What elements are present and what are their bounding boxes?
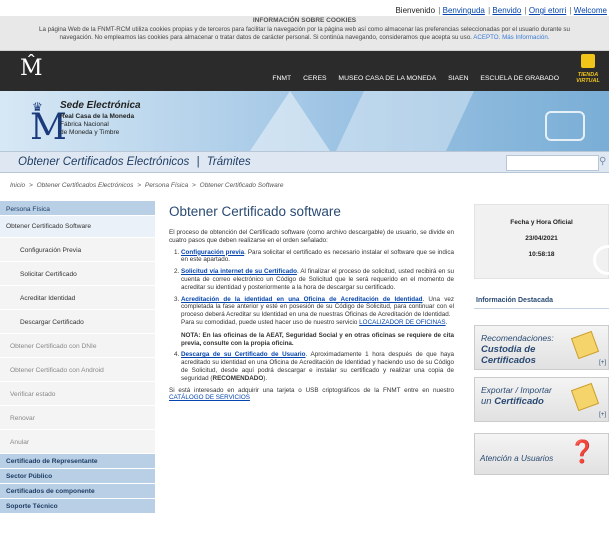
sidebar-item-acreditar[interactable]: Acreditar Identidad: [0, 286, 155, 310]
certificate-card-icon: [570, 382, 600, 412]
section-bar: Obtener Certificados Electrónicos | Trám…: [0, 151, 609, 173]
list-item: Configuración previa. Para solicitar el …: [181, 249, 454, 265]
step-note: NOTA: En las oficinas de la AEAT, Seguri…: [181, 331, 454, 347]
step-link-configuracion[interactable]: Configuración previa: [181, 249, 244, 256]
step-link-descarga[interactable]: Descarga de su Certificado de Usuario: [181, 351, 306, 358]
search-icon[interactable]: ⚲: [599, 156, 606, 167]
help-tools-icon: ❓: [568, 439, 596, 464]
brand-title: Sede Electrónica: [60, 100, 141, 111]
list-item: Solicitud vía internet de su Certificado…: [181, 268, 454, 291]
section-title-main[interactable]: Obtener Certificados Electrónicos: [18, 156, 189, 168]
info-destacada-title: Información Destacada: [476, 297, 554, 304]
intro-text: El proceso de obtención del Certificado …: [169, 229, 454, 244]
list-item: Acreditación de la identidad en una Ofic…: [181, 296, 454, 348]
section-separator: |: [196, 156, 200, 168]
breadcrumb-current: Obtener Certificado Software: [199, 182, 284, 189]
tienda-label: TIENDA VIRTUAL: [576, 72, 600, 84]
language-bar: Bienvenido | Benvinguda | Benvido | Ongi…: [395, 6, 607, 15]
sidebar-item-soporte[interactable]: Soporte Técnico: [0, 499, 155, 514]
clock-icon: [593, 245, 609, 275]
sidebar-item-sector-publico[interactable]: Sector Público: [0, 469, 155, 484]
date-title: Fecha y Hora Oficial: [510, 219, 573, 226]
lang-link-benvido[interactable]: Benvido: [492, 6, 521, 15]
search-input[interactable]: [506, 155, 599, 171]
sidebar-item-configuracion[interactable]: Configuración Previa: [0, 238, 155, 262]
sidebar-item-anular[interactable]: Anular: [0, 430, 155, 454]
list-item: Descarga de su Certificado de Usuario. A…: [181, 351, 454, 382]
nav-museo[interactable]: MUSEO CASA DE LA MONEDA: [338, 75, 436, 82]
section-tramites[interactable]: Trámites: [207, 156, 251, 168]
lang-link-welcome[interactable]: Welcome: [574, 6, 607, 15]
nav-ceres[interactable]: CERES: [303, 75, 326, 82]
sidebar-item-descargar[interactable]: Descargar Certificado: [0, 310, 155, 334]
banner-decoration: [250, 91, 330, 151]
sede-brand[interactable]: ♛ M Sede Electrónica Real Casa de la Mon…: [18, 96, 188, 151]
banner-decoration: [336, 91, 474, 151]
lang-link-ongi-etorri[interactable]: Ongi etorri: [529, 6, 566, 15]
catalogo-link[interactable]: CATÁLOGO DE SERVICIOS: [169, 394, 250, 401]
cookie-line-2: navegación. No empleamos las cookies par…: [59, 34, 472, 41]
more-link[interactable]: [+]: [599, 360, 606, 366]
top-navigation: M̂ FNMT CERES MUSEO CASA DE LA MONEDA SI…: [0, 51, 609, 91]
step-link-acreditacion[interactable]: Acreditación de la identidad en una Ofic…: [181, 296, 422, 303]
sidebar-item-representante[interactable]: Certificado de Representante: [0, 454, 155, 469]
promo-exportar[interactable]: Exportar / Importar un Certificado [+]: [474, 377, 609, 422]
cookie-more-info-link[interactable]: Más Información.: [502, 34, 549, 41]
cookie-title: INFORMACIÓN SOBRE COOKIES: [252, 17, 357, 24]
breadcrumb: Inicio > Obtener Certificados Electrónic…: [10, 182, 284, 189]
cookie-accept-link[interactable]: ACEPTO.: [473, 34, 500, 41]
atencion-usuarios-link[interactable]: Atención a Usuarios ❓: [474, 433, 609, 475]
shopping-bag-icon: [581, 54, 595, 68]
steps-list: Configuración previa. Para solicitar el …: [181, 249, 454, 383]
breadcrumb-obtener[interactable]: Obtener Certificados Electrónicos: [37, 182, 134, 189]
official-date: 23/04/2021: [525, 235, 558, 242]
crown-m-logo[interactable]: M̂: [20, 56, 43, 81]
main-content: Obtener Certificado software El proceso …: [169, 204, 454, 402]
nav-siaen[interactable]: SIAEN: [448, 75, 468, 82]
sidebar-item-solicitar[interactable]: Solicitar Certificado: [0, 262, 155, 286]
promo-custodia[interactable]: Recomendaciones: Custodia de Certificado…: [474, 325, 609, 370]
more-link[interactable]: [+]: [599, 412, 606, 418]
brand-line-3: de Moneda y Timbre: [60, 129, 120, 136]
sidebar-item-android[interactable]: Obtener Certificado con Android: [0, 358, 155, 382]
nav-fnmt[interactable]: FNMT: [272, 75, 291, 82]
sidebar-item-renovar[interactable]: Renovar: [0, 406, 155, 430]
cookie-line-2-wrap: navegación. No empleamos las cookies par…: [0, 34, 609, 43]
breadcrumb-inicio[interactable]: Inicio: [10, 182, 25, 189]
sidebar-item-verificar[interactable]: Verificar estado: [0, 382, 155, 406]
sidebar-item-software[interactable]: Obtener Certificado Software: [0, 216, 155, 238]
step-link-solicitud[interactable]: Solicitud vía internet de su Certificado: [181, 268, 297, 275]
cookie-notice: INFORMACIÓN SOBRE COOKIES La página Web …: [0, 16, 609, 51]
nav-escuela[interactable]: ESCUELA DE GRABADO: [480, 75, 559, 82]
cookie-line-1: La página Web de la FNMT-RCM utiliza coo…: [39, 25, 570, 33]
outro-text: Si está interesado en adquirir una tarje…: [169, 386, 454, 402]
sidebar-head-persona[interactable]: Persona Física: [0, 201, 155, 216]
certificate-card-icon: [570, 330, 600, 360]
smartcard-chip-icon: [545, 111, 585, 141]
brand-line-2: Fábrica Nacional: [60, 121, 109, 128]
official-time: 10:58:18: [528, 251, 555, 258]
localizador-link[interactable]: LOCALIZADOR DE OFICINAS: [359, 319, 445, 326]
brand-line-1: Real Casa de la Moneda: [60, 113, 135, 120]
divider: [474, 308, 609, 309]
welcome-text: Bienvenido: [395, 6, 436, 15]
sidebar-item-dnie[interactable]: Obtener Certificado con DNIe: [0, 334, 155, 358]
tienda-virtual-link[interactable]: TIENDA VIRTUAL: [570, 54, 606, 88]
top-nav-links: FNMT CERES MUSEO CASA DE LA MONEDA SIAEN…: [272, 75, 609, 82]
breadcrumb-persona[interactable]: Persona Física: [145, 182, 188, 189]
section-title: Obtener Certificados Electrónicos | Trám…: [18, 156, 251, 168]
official-datetime-box: Fecha y Hora Oficial 23/04/2021 10:58:18: [474, 204, 609, 279]
lang-link-benvinguda[interactable]: Benvinguda: [443, 6, 485, 15]
sidebar-item-componente[interactable]: Certificados de componente: [0, 484, 155, 499]
page-title: Obtener Certificado software: [169, 204, 341, 219]
sidebar: Persona Física Obtener Certificado Softw…: [0, 201, 155, 544]
